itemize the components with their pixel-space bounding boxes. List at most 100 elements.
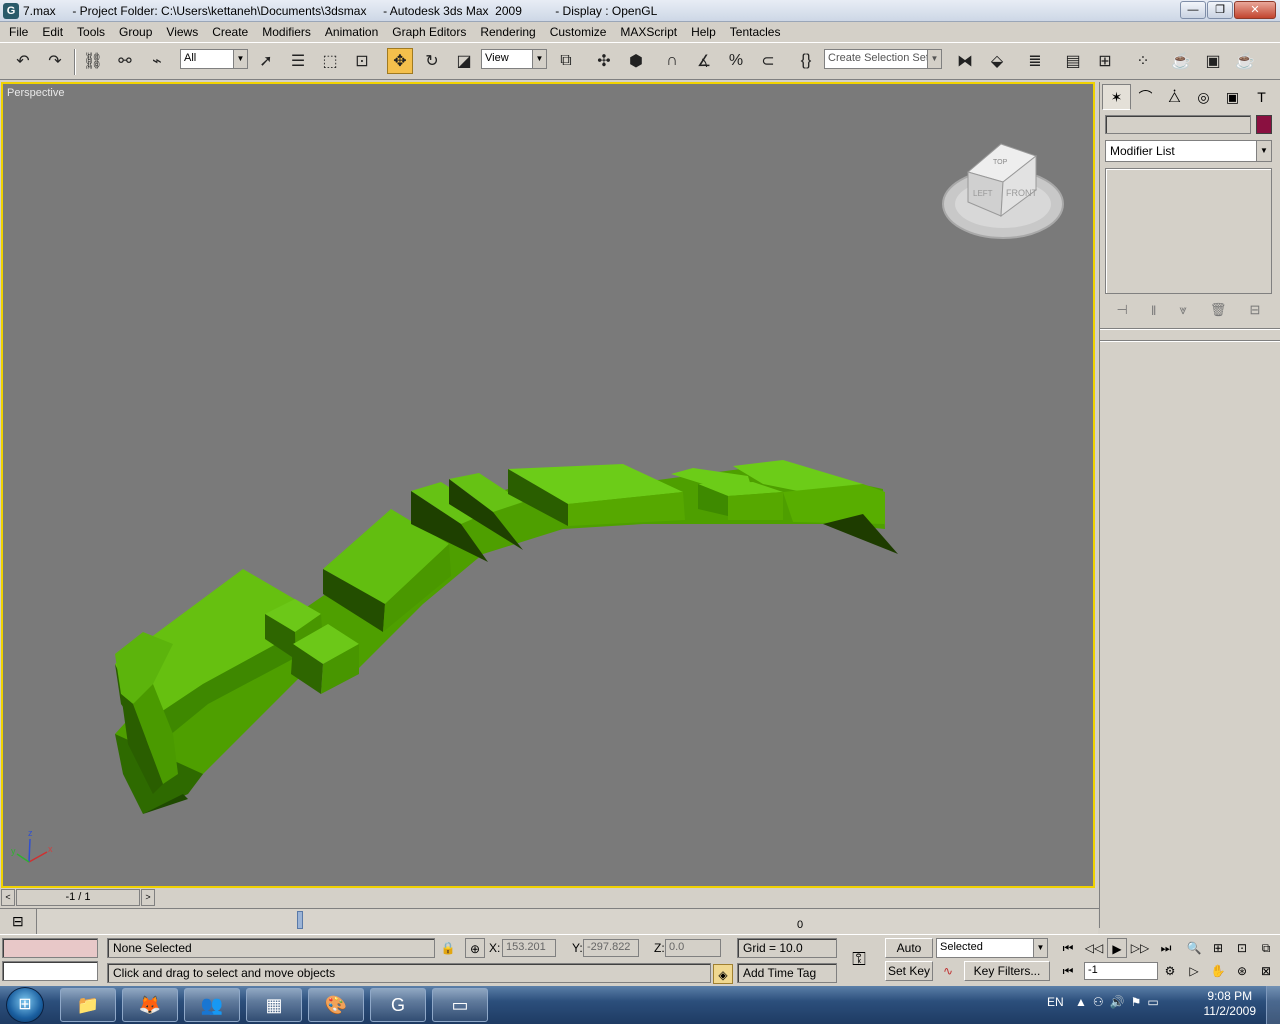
window-crossing-icon[interactable]: ⊡ [349,48,375,74]
remove-modifier-icon[interactable]: 🗑 [1210,302,1227,318]
menu-tools[interactable]: Tools [70,22,112,42]
pivot-center-icon[interactable]: ⧉ [553,48,579,74]
mirror-icon[interactable]: ⧓ [952,48,978,74]
minimize-button[interactable]: — [1180,1,1206,19]
modifier-list-dropdown[interactable]: Modifier List ▼ [1105,140,1272,162]
network-tray-icon[interactable]: ⚇ [1093,995,1104,1009]
explorer-taskbar-icon[interactable]: 📁 [60,988,116,1022]
y-coordinate-field[interactable]: -297.822 [583,939,639,957]
align-icon[interactable]: ⬙ [984,48,1010,74]
key-filters-button[interactable]: Key Filters... [964,961,1050,981]
keyboard-shortcut-override-icon[interactable]: ⬢ [623,48,649,74]
create-tab-icon[interactable]: ✶ [1102,84,1131,110]
utilities-tab-icon[interactable]: T [1247,84,1276,110]
go-to-end-icon[interactable]: ⏭ [1156,938,1176,958]
display-tab-icon[interactable]: ▣ [1218,84,1247,110]
volume-icon[interactable]: 🔊 [1110,995,1125,1009]
maxscript-input-mini[interactable] [2,961,98,981]
start-button[interactable]: ⊞ [6,987,44,1023]
quick-render-icon[interactable]: ☕ [1232,48,1258,74]
lock-selection-icon[interactable]: 🔒 [438,938,458,958]
rectangular-selection-region-icon[interactable]: ⬚ [317,48,343,74]
menu-edit[interactable]: Edit [35,22,70,42]
menu-group[interactable]: Group [112,22,159,42]
menu-modifiers[interactable]: Modifiers [255,22,318,42]
select-object-icon[interactable]: ➚ [253,48,279,74]
zoom-all-icon[interactable]: ⊞ [1208,938,1228,958]
percent-snap-icon[interactable]: % [723,48,749,74]
action-center-icon[interactable]: ⚑ [1131,995,1142,1009]
configure-modifier-sets-icon[interactable]: ⊟ [1249,302,1260,318]
select-by-name-icon[interactable]: ☰ [285,48,311,74]
mini-curve-editor-icon[interactable]: ⊟ [12,913,24,930]
previous-frame-icon[interactable]: ◁◁ [1084,938,1104,958]
show-desktop-button[interactable] [1266,986,1280,1024]
zoom-extents-icon[interactable]: ⊡ [1232,938,1252,958]
object-name-field[interactable] [1105,115,1251,134]
select-and-rotate-icon[interactable]: ↻ [419,48,445,74]
time-slider-prev-button[interactable]: < [1,889,15,906]
object-color-swatch[interactable] [1256,115,1272,134]
current-frame-field[interactable]: -1 [1084,962,1158,980]
close-button[interactable]: ✕ [1234,1,1276,19]
3dsmax-app-icon[interactable]: G [3,2,19,19]
default-in-out-tangent-icon[interactable]: ∿ [938,961,958,981]
key-mode-toggle-icon[interactable]: ⏮ [1058,961,1078,981]
render-setup-icon[interactable]: ☕ [1168,48,1194,74]
menu-help[interactable]: Help [684,22,723,42]
monitor-tray-icon[interactable]: ▭ [1147,995,1158,1009]
kmplayer-taskbar-icon[interactable]: ▭ [432,988,488,1022]
play-animation-icon[interactable]: ▶ [1107,938,1127,958]
make-unique-icon[interactable]: ⩔ [1179,302,1186,318]
curve-editor-icon[interactable]: ▤ [1060,48,1086,74]
viewcube-left-label[interactable]: LEFT [973,189,993,198]
add-time-tag-button[interactable]: Add Time Tag [737,963,837,983]
language-indicator[interactable]: EN [1047,995,1064,1009]
3dsmax-taskbar-icon[interactable]: G [370,988,426,1022]
unlink-icon[interactable]: ⚯ [112,48,138,74]
show-end-result-icon[interactable]: ‖ [1151,303,1156,318]
go-to-start-icon[interactable]: ⏮ [1058,938,1078,958]
key-mode-dropdown[interactable]: Selected ▼ [936,938,1048,958]
menu-file[interactable]: File [2,22,35,42]
time-slider-next-button[interactable]: > [141,889,155,906]
pan-view-icon[interactable]: ✋ [1208,961,1228,981]
field-of-view-icon[interactable]: ▷ [1184,961,1204,981]
select-and-manipulate-icon[interactable]: ✣ [591,48,617,74]
pin-stack-icon[interactable]: ⊣ [1117,302,1128,318]
messenger-taskbar-icon[interactable]: 👥 [184,988,240,1022]
orbit-icon[interactable]: ⊛ [1232,961,1252,981]
undo-icon[interactable]: ↶ [10,48,36,74]
hierarchy-tab-icon[interactable]: ⧊ [1160,84,1189,110]
schematic-view-icon[interactable]: ⊞ [1092,48,1118,74]
maximize-button[interactable]: ❐ [1207,1,1233,19]
snaps-toggle-icon[interactable]: ∩ [659,48,685,74]
x-coordinate-field[interactable]: 153.201 [502,939,556,957]
select-and-link-icon[interactable]: ⛓ [80,48,106,74]
spinner-snap-icon[interactable]: ⊂ [755,48,781,74]
menu-rendering[interactable]: Rendering [473,22,542,42]
modifier-stack[interactable] [1105,168,1272,294]
named-selection-sets-dropdown[interactable]: Create Selection Set ▼ [824,49,942,69]
motion-tab-icon[interactable]: ◎ [1189,84,1218,110]
select-and-move-icon[interactable]: ✥ [387,48,413,74]
reference-coordinate-dropdown[interactable]: View ▼ [481,49,547,69]
next-frame-icon[interactable]: ▷▷ [1130,938,1150,958]
menu-maxscript[interactable]: MAXScript [613,22,684,42]
select-and-scale-icon[interactable]: ◪ [451,48,477,74]
maxscript-listener-mini[interactable] [2,938,98,958]
green-model[interactable] [115,460,898,814]
time-tag-icon[interactable]: ◈ [713,964,733,984]
set-key-button[interactable]: Set Key [885,961,933,981]
selection-filter-dropdown[interactable]: All ▼ [180,49,248,69]
viewcube-front-label[interactable]: FRONT [1006,188,1037,198]
time-configuration-icon[interactable]: ⚙ [1160,961,1180,981]
show-hidden-icons-icon[interactable]: ▲ [1075,995,1087,1009]
bind-to-space-warp-icon[interactable]: ⌁ [144,48,170,74]
paint-taskbar-icon[interactable]: 🎨 [308,988,364,1022]
viewcube-top-label[interactable]: TOP [993,159,1008,166]
edit-named-selection-icon[interactable]: {} [793,48,819,74]
zoom-extents-all-icon[interactable]: ⧉ [1256,938,1276,958]
clock[interactable]: 9:08 PM 11/2/2009 [1204,989,1257,1019]
angle-snap-icon[interactable]: ∡ [691,48,717,74]
